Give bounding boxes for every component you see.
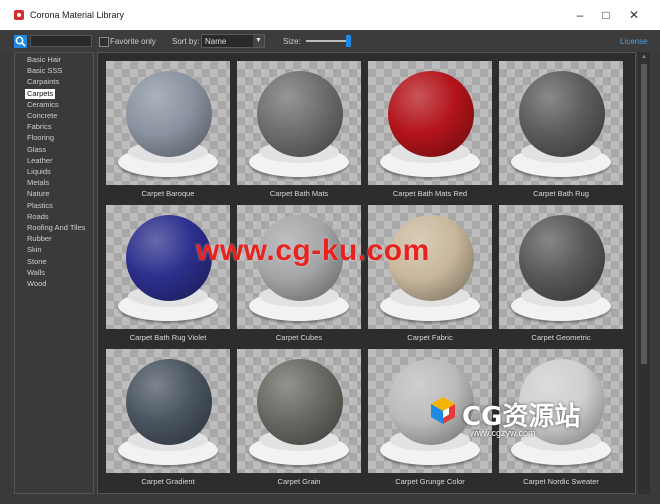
material-tile[interactable]: Carpet Bath Mats: [237, 61, 361, 201]
material-preview[interactable]: [106, 349, 230, 473]
material-preview[interactable]: [237, 349, 361, 473]
watermark-logo-url: www.cgzyw.com: [470, 428, 536, 438]
category-item-liquids[interactable]: Liquids: [25, 167, 53, 177]
material-preview[interactable]: [106, 61, 230, 185]
material-name: Carpet Geometric: [531, 333, 591, 342]
category-item-concrete[interactable]: Concrete: [25, 111, 59, 121]
category-list: Basic Hair Basic SSS Carpaints Carpets Ceram…: [14, 52, 94, 494]
material-sphere: [257, 71, 343, 157]
material-name: Carpet Cubes: [275, 333, 323, 342]
material-name: Carpet Grain: [277, 477, 321, 486]
material-tile[interactable]: Carpet Fabric: [368, 205, 492, 345]
sort-by-dropdown[interactable]: Name ▼: [201, 34, 265, 48]
material-name: Carpet Fabric: [407, 333, 453, 342]
category-item-wood[interactable]: Wood: [25, 279, 48, 289]
material-sphere: [519, 215, 605, 301]
category-item-basic-sss[interactable]: Basic SSS: [25, 66, 64, 76]
license-link[interactable]: License: [620, 37, 648, 46]
category-item-carpaints[interactable]: Carpaints: [25, 77, 61, 87]
minimize-icon[interactable]: –: [566, 6, 594, 24]
category-item-nature[interactable]: Nature: [25, 189, 52, 199]
category-item-metals[interactable]: Metals: [25, 178, 51, 188]
material-name: Carpet Bath Mats Red: [392, 189, 468, 198]
material-name: Carpet Grunge Color: [395, 477, 465, 486]
material-sphere: [126, 359, 212, 445]
search-input[interactable]: [30, 35, 92, 47]
category-item-skin[interactable]: Skin: [25, 245, 44, 255]
material-sphere: [126, 71, 212, 157]
category-item-flooring[interactable]: Flooring: [25, 133, 56, 143]
chevron-down-icon: ▼: [253, 35, 264, 47]
material-tile[interactable]: Carpet Bath Rug: [499, 61, 623, 201]
category-item-rubber[interactable]: Rubber: [25, 234, 54, 244]
favorite-only-label: Favorite only: [110, 37, 156, 46]
material-preview[interactable]: [499, 205, 623, 329]
window-title: Corona Material Library: [30, 10, 125, 20]
material-tile[interactable]: Carpet Geometric: [499, 205, 623, 345]
material-preview[interactable]: [237, 61, 361, 185]
material-preview[interactable]: [368, 61, 492, 185]
material-name: Carpet Nordic Sweater: [523, 477, 599, 486]
size-slider-track[interactable]: [306, 40, 350, 42]
material-sphere: [257, 359, 343, 445]
vertical-scrollbar[interactable]: ▲: [638, 52, 650, 494]
favorite-only-checkbox[interactable]: [99, 37, 109, 47]
material-sphere: [519, 71, 605, 157]
corona-logo-icon: [14, 10, 24, 20]
category-item-stone[interactable]: Stone: [25, 257, 49, 267]
title-bar: Corona Material Library – □ ✕: [0, 0, 660, 30]
material-tile[interactable]: Carpet Bath Mats Red: [368, 61, 492, 201]
material-name: Carpet Bath Mats: [269, 189, 329, 198]
close-icon[interactable]: ✕: [620, 6, 648, 24]
size-label: Size:: [283, 37, 301, 46]
material-name: Carpet Baroque: [141, 189, 195, 198]
material-name: Carpet Bath Rug Violet: [129, 333, 207, 342]
category-item-plastics[interactable]: Plastics: [25, 201, 55, 211]
category-item-ceramics[interactable]: Ceramics: [25, 100, 61, 110]
sort-by-label: Sort by:: [172, 37, 200, 46]
material-tile[interactable]: Carpet Baroque: [106, 61, 230, 201]
material-name: Carpet Bath Rug: [533, 189, 589, 198]
category-item-roads[interactable]: Roads: [25, 212, 51, 222]
cg-cube-logo-icon: [431, 397, 455, 424]
material-tile[interactable]: Carpet Bath Rug Violet: [106, 205, 230, 345]
scrollbar-thumb[interactable]: [641, 64, 647, 364]
watermark-text: www.cg-ku.com: [196, 234, 430, 267]
maximize-icon[interactable]: □: [592, 6, 620, 24]
category-item-basic-hair[interactable]: Basic Hair: [25, 55, 63, 65]
category-item-leather[interactable]: Leather: [25, 156, 54, 166]
category-item-glass[interactable]: Glass: [25, 145, 48, 155]
material-sphere: [388, 71, 474, 157]
sort-by-value: Name: [205, 37, 227, 46]
material-tile[interactable]: Carpet Gradient: [106, 349, 230, 489]
material-tile[interactable]: Carpet Cubes: [237, 205, 361, 345]
material-name: Carpet Gradient: [141, 477, 195, 486]
material-preview[interactable]: [499, 61, 623, 185]
material-tile[interactable]: Carpet Grain: [237, 349, 361, 489]
search-icon[interactable]: [14, 35, 27, 48]
scroll-up-icon[interactable]: ▲: [638, 52, 650, 62]
category-item-walls[interactable]: Walls: [25, 268, 47, 278]
size-slider-handle[interactable]: [346, 35, 351, 47]
category-item-carpets[interactable]: Carpets: [25, 88, 56, 99]
category-item-fabrics[interactable]: Fabrics: [25, 122, 54, 132]
category-item-roofing-and-tiles[interactable]: Roofing And Tiles: [25, 223, 87, 233]
